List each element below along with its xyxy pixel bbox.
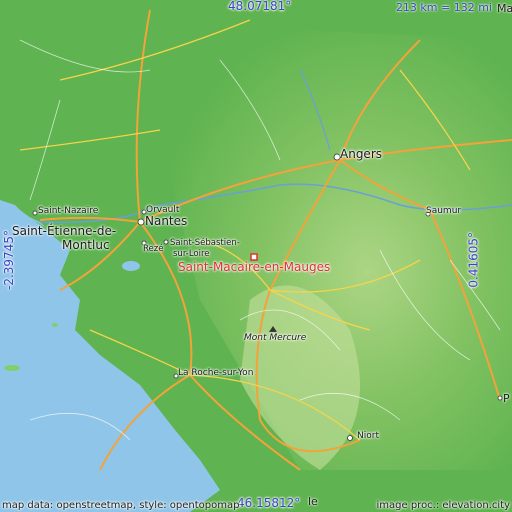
latitude-top: 48.07181° <box>228 0 292 13</box>
city-angers: Angers <box>340 147 382 161</box>
city-nantes: Nantes <box>145 214 188 228</box>
islet <box>52 323 58 327</box>
latitude-bottom: 46.15812° <box>237 496 301 510</box>
city-reze: Rezé <box>143 244 164 254</box>
city-saint-etienne-line2: Montluc <box>62 238 110 252</box>
label-fragment-bottom: le <box>308 495 318 508</box>
city-saint-sebastien-line2: sur-Loire <box>173 249 210 259</box>
city-orvault: Orvault <box>146 205 180 215</box>
longitude-left: -2.39745° <box>2 230 16 290</box>
peak-label: Mont Mercure <box>244 333 307 343</box>
city-saint-etienne-line1: Saint-Étienne-de- <box>12 224 117 238</box>
selected-place-label: Saint-Macaire-en-Mauges <box>178 260 331 274</box>
map-credit: map data: openstreetmap, style: opentopo… <box>2 500 240 511</box>
city-saint-sebastien-line1: Saint-Sébastien- <box>170 238 240 248</box>
lac-de-grand-lieu <box>122 261 140 271</box>
scale-label: 213 km = 132 mi <box>395 1 492 14</box>
terrain-layer <box>0 0 512 512</box>
city-la-roche-sur-yon: La Roche-sur-Yon <box>178 368 254 378</box>
city-saumur: Saumur <box>426 206 462 216</box>
city-niort: Niort <box>357 431 379 441</box>
processing-credit: image proc.: elevation.city <box>376 500 511 511</box>
topographic-map[interactable]: Angers Nantes Saumur Saint-Nazaire Orvau… <box>0 0 512 512</box>
label-fragment-top-right: Ma <box>497 2 512 15</box>
city-saint-nazaire: Saint-Nazaire <box>38 206 99 216</box>
longitude-right: 0.41605° <box>466 232 481 288</box>
ile-fragment <box>4 365 20 371</box>
label-fragment-bottom-right: P <box>503 392 510 405</box>
